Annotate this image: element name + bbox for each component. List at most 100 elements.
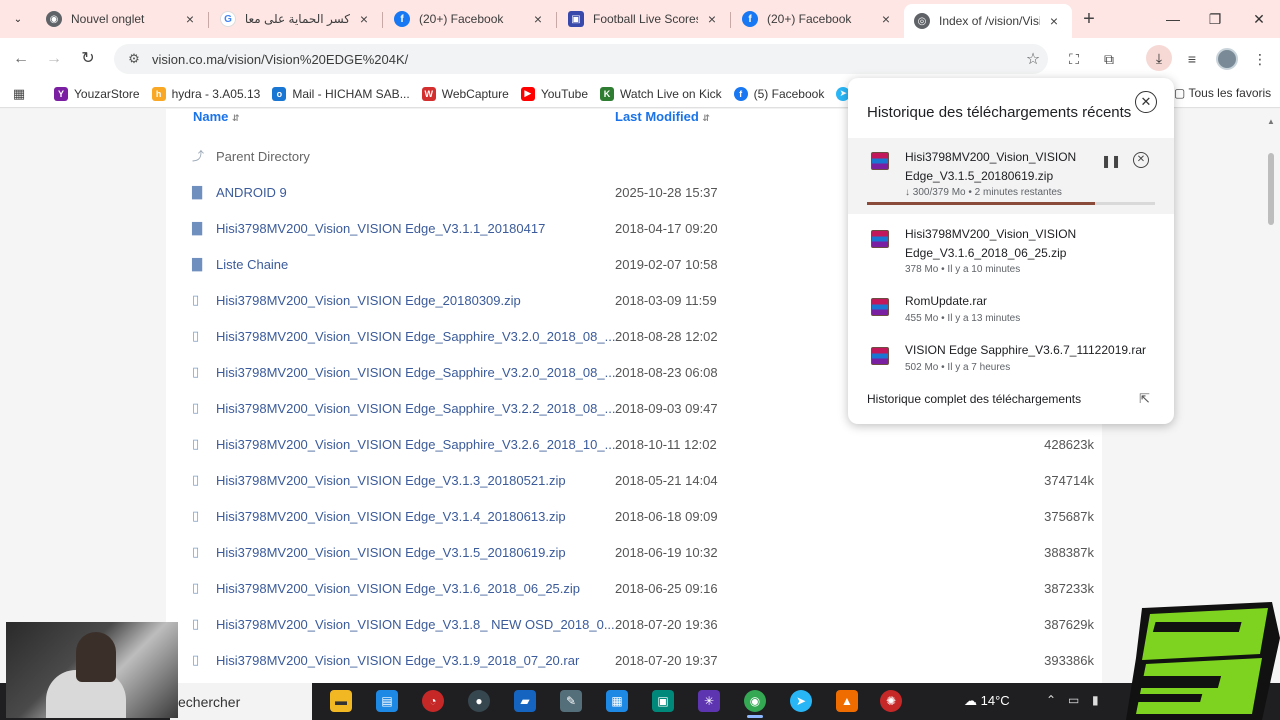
column-name-header[interactable]: Name ⇵ xyxy=(193,109,240,125)
tab-nouvel-onglet[interactable]: ◉ Nouvel onglet × xyxy=(36,4,208,34)
entry-name-link[interactable]: Hisi3798MV200_Vision_VISION Edge_V3.1.4_… xyxy=(216,509,566,524)
bookmark-webcapture[interactable]: W WebCapture xyxy=(421,86,509,101)
entry-name-link[interactable]: Liste Chaine xyxy=(216,257,288,272)
store-icon[interactable]: ▤ xyxy=(376,690,398,712)
entry-name-link[interactable]: Hisi3798MV200_Vision_VISION Edge_V3.1.9_… xyxy=(216,653,579,668)
media-controls-icon[interactable]: ≡ xyxy=(1180,48,1204,70)
microphone-icon[interactable]: ▮ xyxy=(1092,693,1099,707)
network-icon[interactable]: ▭ xyxy=(1068,693,1079,707)
address-url[interactable]: vision.co.ma/vision/Vision%20EDGE%204K/ xyxy=(148,52,1018,67)
tab-close-icon[interactable]: × xyxy=(182,11,198,27)
full-download-history-link[interactable]: Historique complet des téléchargements xyxy=(867,392,1081,406)
tab-title: Index of /vision/Visio xyxy=(939,14,1040,28)
tab-arabic[interactable]: G كسر الحماية على معالج × xyxy=(210,4,382,34)
tab-close-icon[interactable]: × xyxy=(878,11,894,27)
bookmark-youzarstore[interactable]: Y YouzarStore xyxy=(54,86,140,101)
vlc-icon[interactable]: ▲ xyxy=(836,690,858,712)
entry-name-link[interactable]: Hisi3798MV200_Vision_VISION Edge_2018030… xyxy=(216,293,521,308)
tool-icon[interactable]: ✎ xyxy=(560,690,582,712)
address-bar[interactable]: ⚙ vision.co.ma/vision/Vision%20EDGE%204K… xyxy=(114,44,1048,74)
download-item-active[interactable]: Hisi3798MV200_Vision_VISION Edge_V3.1.5_… xyxy=(848,138,1174,214)
tab-search-chevron-icon[interactable]: ⌄ xyxy=(6,9,30,29)
entry-name-link[interactable]: Hisi3798MV200_Vision_VISION Edge_Sapphir… xyxy=(216,401,615,416)
tray-chevron-icon[interactable]: ⌃ xyxy=(1046,693,1056,707)
tab-facebook-1[interactable]: f (20+) Facebook × xyxy=(384,4,556,34)
entry-name-link[interactable]: Hisi3798MV200_Vision_VISION Edge_V3.1.1_… xyxy=(216,221,545,236)
tab-close-icon[interactable]: × xyxy=(356,11,372,27)
restore-icon[interactable]: ❐ xyxy=(1200,8,1230,30)
close-window-icon[interactable]: ✕ xyxy=(1244,8,1274,30)
download-meta: 455 Mo • Il y a 13 minutes xyxy=(905,313,1021,324)
entry-name-link[interactable]: Hisi3798MV200_Vision_VISION Edge_Sapphir… xyxy=(216,329,615,344)
facebook-icon: f xyxy=(742,11,758,27)
settings-app-icon[interactable]: ✳ xyxy=(698,690,720,712)
profile-avatar[interactable] xyxy=(1216,48,1238,70)
minimize-icon[interactable]: — xyxy=(1158,8,1188,30)
column-modified-header[interactable]: Last Modified ⇵ xyxy=(615,109,710,125)
file-row[interactable]: ▯ Hisi3798MV200_Vision_VISION Edge_V3.1.8… xyxy=(166,607,1102,643)
reload-icon[interactable]: ↻ xyxy=(77,48,99,70)
tab-close-icon[interactable]: × xyxy=(530,11,546,27)
site-info-icon[interactable]: ⚙ xyxy=(120,51,148,67)
bookmark-kick[interactable]: K Watch Live on Kick xyxy=(600,86,722,101)
camera-icon[interactable]: ● xyxy=(468,690,490,712)
tab-close-icon[interactable]: × xyxy=(1046,13,1062,29)
weather-widget[interactable]: ☁ 14°C xyxy=(964,693,1010,709)
screenshot-extension-icon[interactable]: ⛶ xyxy=(1062,48,1086,70)
bookmark-star-icon[interactable]: ☆ xyxy=(1018,49,1048,69)
app-icon[interactable]: ◔ xyxy=(422,690,444,712)
downloads-icon[interactable]: ⤓ xyxy=(1146,45,1172,71)
scroll-up-icon[interactable]: ▲ xyxy=(1267,117,1275,126)
download-item[interactable]: RomUpdate.rar 455 Mo • Il y a 13 minutes xyxy=(848,292,1174,332)
tab-facebook-2[interactable]: f (20+) Facebook × xyxy=(732,4,904,34)
bookmark-mail[interactable]: o Mail - HICHAM SAB... xyxy=(272,86,410,101)
download-meta: 378 Mo • Il y a 10 minutes xyxy=(905,264,1021,275)
file-row[interactable]: ▯ Hisi3798MV200_Vision_VISION Edge_V3.1.9… xyxy=(166,643,1102,679)
tab-close-icon[interactable]: × xyxy=(704,11,720,27)
bookmark-youtube[interactable]: ▶ YouTube xyxy=(520,86,588,101)
calculator-icon[interactable]: ▦ xyxy=(606,690,628,712)
entry-name-link[interactable]: Hisi3798MV200_Vision_VISION Edge_V3.1.8_… xyxy=(216,617,615,632)
back-arrow-icon[interactable]: ← xyxy=(10,48,32,70)
entry-name-link[interactable]: ANDROID 9 xyxy=(216,185,287,200)
file-explorer-icon[interactable]: ▬ xyxy=(330,690,352,712)
download-item[interactable]: Hisi3798MV200_Vision_VISION Edge_V3.1.6_… xyxy=(848,224,1174,284)
file-icon: ▯ xyxy=(192,436,200,451)
bookmark-facebook[interactable]: f (5) Facebook xyxy=(733,86,824,101)
open-in-new-icon[interactable]: ⇱ xyxy=(1139,391,1150,407)
download-item[interactable]: VISION Edge Sapphire_V3.6.7_11122019.rar… xyxy=(848,341,1174,381)
telegram-taskbar-icon[interactable]: ➤ xyxy=(790,690,812,712)
file-row[interactable]: ▯ Hisi3798MV200_Vision_VISION Edge_V3.1.6… xyxy=(166,571,1102,607)
extensions-puzzle-icon[interactable]: ⧉ xyxy=(1097,48,1121,70)
new-tab-plus-icon[interactable]: + xyxy=(1078,8,1100,30)
more-menu-icon[interactable]: ⋮ xyxy=(1248,48,1272,70)
terminal-icon[interactable]: ▣ xyxy=(652,690,674,712)
media-app-icon[interactable]: ✺ xyxy=(880,690,902,712)
file-row[interactable]: ▯ Hisi3798MV200_Vision_VISION Edge_V3.1.3… xyxy=(166,463,1102,499)
file-row[interactable]: ▯ Hisi3798MV200_Vision_VISION Edge_V3.1.4… xyxy=(166,499,1102,535)
pause-icon[interactable]: ❚❚ xyxy=(1101,154,1121,168)
file-row[interactable]: ▯ Hisi3798MV200_Vision_VISION Edge_V3.1.5… xyxy=(166,535,1102,571)
page-scrollbar[interactable]: ▲ xyxy=(1266,117,1276,677)
entry-name-link[interactable]: Hisi3798MV200_Vision_VISION Edge_Sapphir… xyxy=(216,437,615,452)
entry-name-link[interactable]: Hisi3798MV200_Vision_VISION Edge_V3.1.5_… xyxy=(216,545,566,560)
scrollbar-thumb[interactable] xyxy=(1268,153,1274,225)
bookmark-hydra[interactable]: h hydra - 3.A05.13 xyxy=(151,86,260,101)
entry-size: 388387k xyxy=(1044,545,1094,560)
close-icon[interactable]: ✕ xyxy=(1135,91,1157,113)
entry-name-link[interactable]: Parent Directory xyxy=(216,149,310,164)
entry-name-link[interactable]: Hisi3798MV200_Vision_VISION Edge_V3.1.3_… xyxy=(216,473,566,488)
tab-football-live-scores[interactable]: ▣ Football Live Scores, × xyxy=(558,4,730,34)
all-bookmarks[interactable]: ▢ Tous les favoris xyxy=(1174,86,1271,100)
all-bookmarks-label: Tous les favoris xyxy=(1188,86,1272,100)
file-row[interactable]: ▯ Hisi3798MV200_Vision_VISION Edge_Sapphi… xyxy=(166,427,1102,463)
hdd-tool-icon[interactable]: ▰ xyxy=(514,690,536,712)
apps-grid-icon[interactable]: ▦ xyxy=(8,86,30,102)
forward-arrow-icon[interactable]: → xyxy=(43,48,65,70)
entry-name-link[interactable]: Hisi3798MV200_Vision_VISION Edge_Sapphir… xyxy=(216,365,615,380)
cancel-icon[interactable]: ✕ xyxy=(1133,152,1149,168)
entry-name-link[interactable]: Hisi3798MV200_Vision_VISION Edge_V3.1.6_… xyxy=(216,581,580,596)
tab-index-of-vision[interactable]: ◎ Index of /vision/Visio × xyxy=(904,4,1072,38)
chrome-taskbar-icon[interactable]: ◉ xyxy=(744,690,766,718)
taskbar-search[interactable]: echercher xyxy=(170,683,312,720)
